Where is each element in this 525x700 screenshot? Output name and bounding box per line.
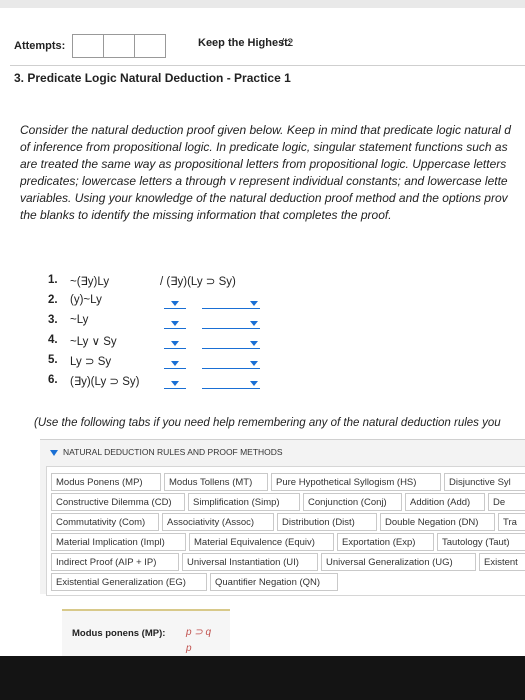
- tab-commutativity[interactable]: Commutativity (Com): [51, 513, 159, 531]
- tab-material-equivalence[interactable]: Material Equivalence (Equiv): [189, 533, 334, 551]
- instruction-line: Consider the natural deduction proof giv…: [20, 123, 511, 137]
- instruction-line: are treated the same way as propositiona…: [20, 157, 507, 171]
- step-formula: (∃y)(Ly ⊃ Sy): [70, 376, 140, 388]
- attempt-indicator: [72, 34, 166, 58]
- tab-material-implication[interactable]: Material Implication (Impl): [51, 533, 186, 551]
- tab-double-negation[interactable]: Double Negation (DN): [380, 513, 495, 531]
- proof-step-4: 4. ~Ly ∨ Sy: [48, 334, 288, 352]
- tab-existential-generalization[interactable]: Existential Generalization (EG): [51, 573, 207, 591]
- tab-transposition[interactable]: Tra: [498, 513, 525, 531]
- step-number: 1.: [48, 274, 58, 286]
- tab-addition[interactable]: Addition (Add): [405, 493, 485, 511]
- chevron-down-icon: [171, 301, 179, 306]
- tab-existential-instantiation[interactable]: Existent: [479, 553, 525, 571]
- justification-line-dropdown[interactable]: [202, 314, 260, 329]
- proof-step-3: 3. ~Ly: [48, 314, 288, 332]
- step-number: 4.: [48, 334, 58, 346]
- chevron-down-icon: [250, 381, 258, 386]
- proof-step-5: 5. Ly ⊃ Sy: [48, 354, 288, 372]
- triangle-down-icon: [50, 449, 58, 456]
- step-number: 3.: [48, 314, 58, 326]
- justification-rule-dropdown[interactable]: [164, 374, 186, 389]
- chevron-down-icon: [250, 301, 258, 306]
- question-title: 3. Predicate Logic Natural Deduction - P…: [14, 71, 291, 85]
- tab-indirect-proof[interactable]: Indirect Proof (AIP + IP): [51, 553, 179, 571]
- proof-step-6: 6. (∃y)(Ly ⊃ Sy): [48, 374, 288, 392]
- tab-disjunctive-syllogism[interactable]: Disjunctive Syl: [444, 473, 525, 491]
- step-formula: ~Ly ∨ Sy: [70, 336, 117, 348]
- top-strip: [0, 0, 525, 8]
- keep-highest-label: Keep the Highest:: [198, 37, 292, 49]
- chevron-down-icon: [171, 341, 179, 346]
- tab-universal-instantiation[interactable]: Universal Instantiation (UI): [182, 553, 318, 571]
- justification-line-dropdown[interactable]: [202, 334, 260, 349]
- tab-hypothetical-syllogism[interactable]: Pure Hypothetical Syllogism (HS): [271, 473, 441, 491]
- chevron-down-icon: [171, 361, 179, 366]
- chevron-down-icon: [171, 381, 179, 386]
- rules-panel: NATURAL DEDUCTION RULES AND PROOF METHOD…: [40, 439, 525, 596]
- tab-simplification[interactable]: Simplification (Simp): [188, 493, 300, 511]
- chevron-down-icon: [250, 341, 258, 346]
- step-formula: Ly ⊃ Sy: [70, 356, 112, 368]
- chevron-down-icon: [171, 321, 179, 326]
- proof-step-2: 2. (y)~Ly: [48, 294, 288, 312]
- rules-panel-title: NATURAL DEDUCTION RULES AND PROOF METHOD…: [63, 447, 283, 457]
- attempt-box: [134, 34, 166, 58]
- instruction-line: variables. Using your knowledge of the n…: [20, 191, 508, 205]
- justification-line-dropdown[interactable]: [202, 354, 260, 369]
- attempts-label: Attempts:: [14, 40, 66, 52]
- chevron-down-icon: [250, 321, 258, 326]
- tab-tautology[interactable]: Tautology (Taut): [437, 533, 525, 551]
- instructions: Consider the natural deduction proof giv…: [20, 122, 525, 224]
- chevron-down-icon: [250, 361, 258, 366]
- step-formula: ~Ly: [70, 314, 89, 326]
- tab-quantifier-negation[interactable]: Quantifier Negation (QN): [210, 573, 338, 591]
- tab-modus-ponens[interactable]: Modus Ponens (MP): [51, 473, 161, 491]
- tab-distribution[interactable]: Distribution (Dist): [277, 513, 377, 531]
- rules-tab-list: Modus Ponens (MP) Modus Tollens (MT) Pur…: [46, 466, 525, 596]
- step-formula: (y)~Ly: [70, 294, 102, 306]
- tab-constructive-dilemma[interactable]: Constructive Dilemma (CD): [51, 493, 185, 511]
- tab-exportation[interactable]: Exportation (Exp): [337, 533, 434, 551]
- rules-panel-toggle[interactable]: NATURAL DEDUCTION RULES AND PROOF METHOD…: [50, 447, 283, 457]
- rules-hint: (Use the following tabs if you need help…: [34, 417, 501, 429]
- tab-de-morgan[interactable]: De: [488, 493, 525, 511]
- bottom-bar: [0, 656, 525, 700]
- step-number: 6.: [48, 374, 58, 386]
- justification-rule-dropdown[interactable]: [164, 314, 186, 329]
- rule-detail-premise: p: [186, 643, 192, 654]
- tab-modus-tollens[interactable]: Modus Tollens (MT): [164, 473, 268, 491]
- proof-step-1: 1. ~(∃y)Ly / (∃y)(Ly ⊃ Sy): [48, 274, 288, 292]
- step-number: 5.: [48, 354, 58, 366]
- instruction-line: the blanks to identify the missing infor…: [20, 208, 392, 222]
- justification-rule-dropdown[interactable]: [164, 334, 186, 349]
- tab-universal-generalization[interactable]: Universal Generalization (UG): [321, 553, 476, 571]
- conclusion-label: / (∃y)(Ly ⊃ Sy): [160, 276, 236, 288]
- justification-rule-dropdown[interactable]: [164, 354, 186, 369]
- instruction-line: of inference from propositional logic. I…: [20, 140, 508, 154]
- instruction-line: predicates; lowercase letters a through …: [20, 174, 508, 188]
- justification-line-dropdown[interactable]: [202, 294, 260, 309]
- attempt-box: [103, 34, 135, 58]
- step-number: 2.: [48, 294, 58, 306]
- justification-line-dropdown[interactable]: [202, 374, 260, 389]
- divider: [10, 65, 525, 66]
- tab-conjunction[interactable]: Conjunction (Conj): [303, 493, 402, 511]
- tab-associativity[interactable]: Associativity (Assoc): [162, 513, 274, 531]
- justification-rule-dropdown[interactable]: [164, 294, 186, 309]
- rule-detail-premise: p ⊃ q: [186, 627, 212, 638]
- keep-highest-value: / 2: [281, 37, 294, 49]
- attempt-box: [72, 34, 104, 58]
- rule-detail-label: Modus ponens (MP):: [72, 628, 166, 639]
- step-formula: ~(∃y)Ly: [70, 276, 110, 288]
